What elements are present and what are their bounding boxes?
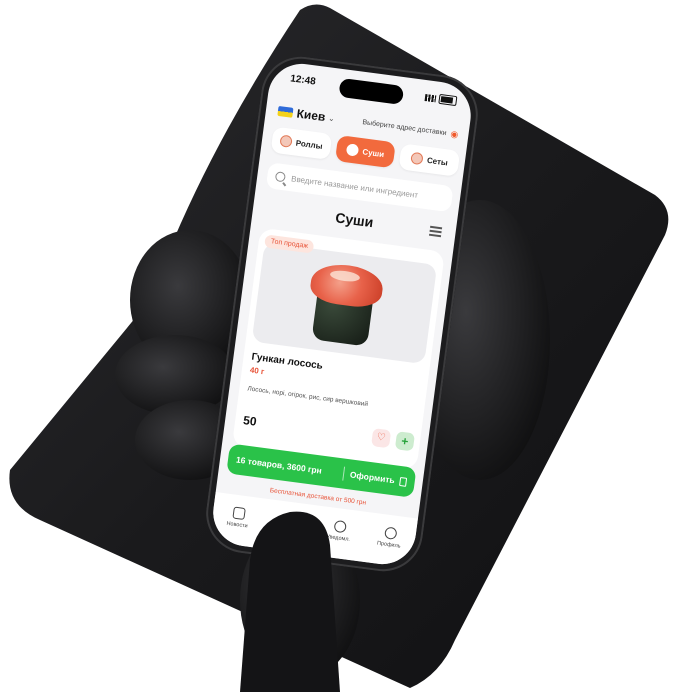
sushi-icon [345, 143, 360, 157]
status-time: 12:48 [289, 73, 317, 88]
battery-icon [438, 93, 458, 107]
cart-divider [342, 466, 345, 481]
tab-label: Уведомл. [326, 533, 351, 543]
category-sets[interactable]: Сеты [398, 143, 461, 177]
tab-news[interactable]: Новости [220, 505, 256, 530]
add-to-cart-button[interactable]: + [394, 431, 416, 452]
bell-icon [333, 519, 347, 533]
checkout-button[interactable]: Оформить [349, 469, 395, 485]
product-card[interactable]: Топ продаж Гункан лосось 40 г Лосось, но… [231, 227, 445, 471]
bag-icon [399, 476, 408, 487]
category-rolls[interactable]: Роллы [270, 126, 333, 160]
tab-label: Новости [226, 520, 249, 529]
category-label: Суши [361, 146, 385, 159]
cart-summary: 16 товаров, 3600 грн [235, 454, 323, 476]
signal-icon [424, 93, 437, 102]
location-pin-icon[interactable]: ◉ [450, 129, 459, 140]
tab-label: Профиль [376, 540, 401, 550]
menu-icon [282, 512, 296, 527]
chevron-down-icon[interactable]: ⌄ [328, 113, 336, 123]
tab-notifications[interactable]: Уведомл. [321, 518, 357, 543]
search-icon [274, 171, 286, 183]
category-sushi[interactable]: Суши [334, 134, 397, 169]
status-icons [424, 92, 458, 107]
filter-icon[interactable] [429, 225, 443, 237]
city-selector[interactable]: Киев [296, 106, 326, 124]
roll-icon [279, 134, 293, 148]
product-price: 50 [242, 413, 258, 429]
news-icon [231, 505, 246, 520]
tab-menu[interactable]: Меню [270, 511, 306, 536]
tab-label: Меню [279, 527, 296, 536]
gunkan-image [304, 260, 386, 348]
ukraine-flag-icon [277, 105, 294, 118]
search-placeholder: Введите название или ингредиент [290, 173, 419, 200]
category-label: Роллы [295, 138, 324, 151]
set-icon [410, 151, 424, 166]
product-description: Лосось, норі, огірок, рис, сир вершковий [246, 385, 369, 409]
category-label: Сеты [426, 155, 449, 167]
scene: 12:48 Киев ⌄ Выберите адрес доставки ◉ Р… [0, 0, 674, 692]
dynamic-island [338, 77, 405, 106]
profile-icon [383, 525, 398, 540]
product-weight: 40 г [249, 365, 265, 377]
tab-profile[interactable]: Профиль [372, 525, 408, 550]
favorite-button[interactable]: ♡ [371, 428, 392, 449]
address-selector[interactable]: Выберите адрес доставки [362, 119, 447, 137]
product-photo [251, 242, 438, 365]
